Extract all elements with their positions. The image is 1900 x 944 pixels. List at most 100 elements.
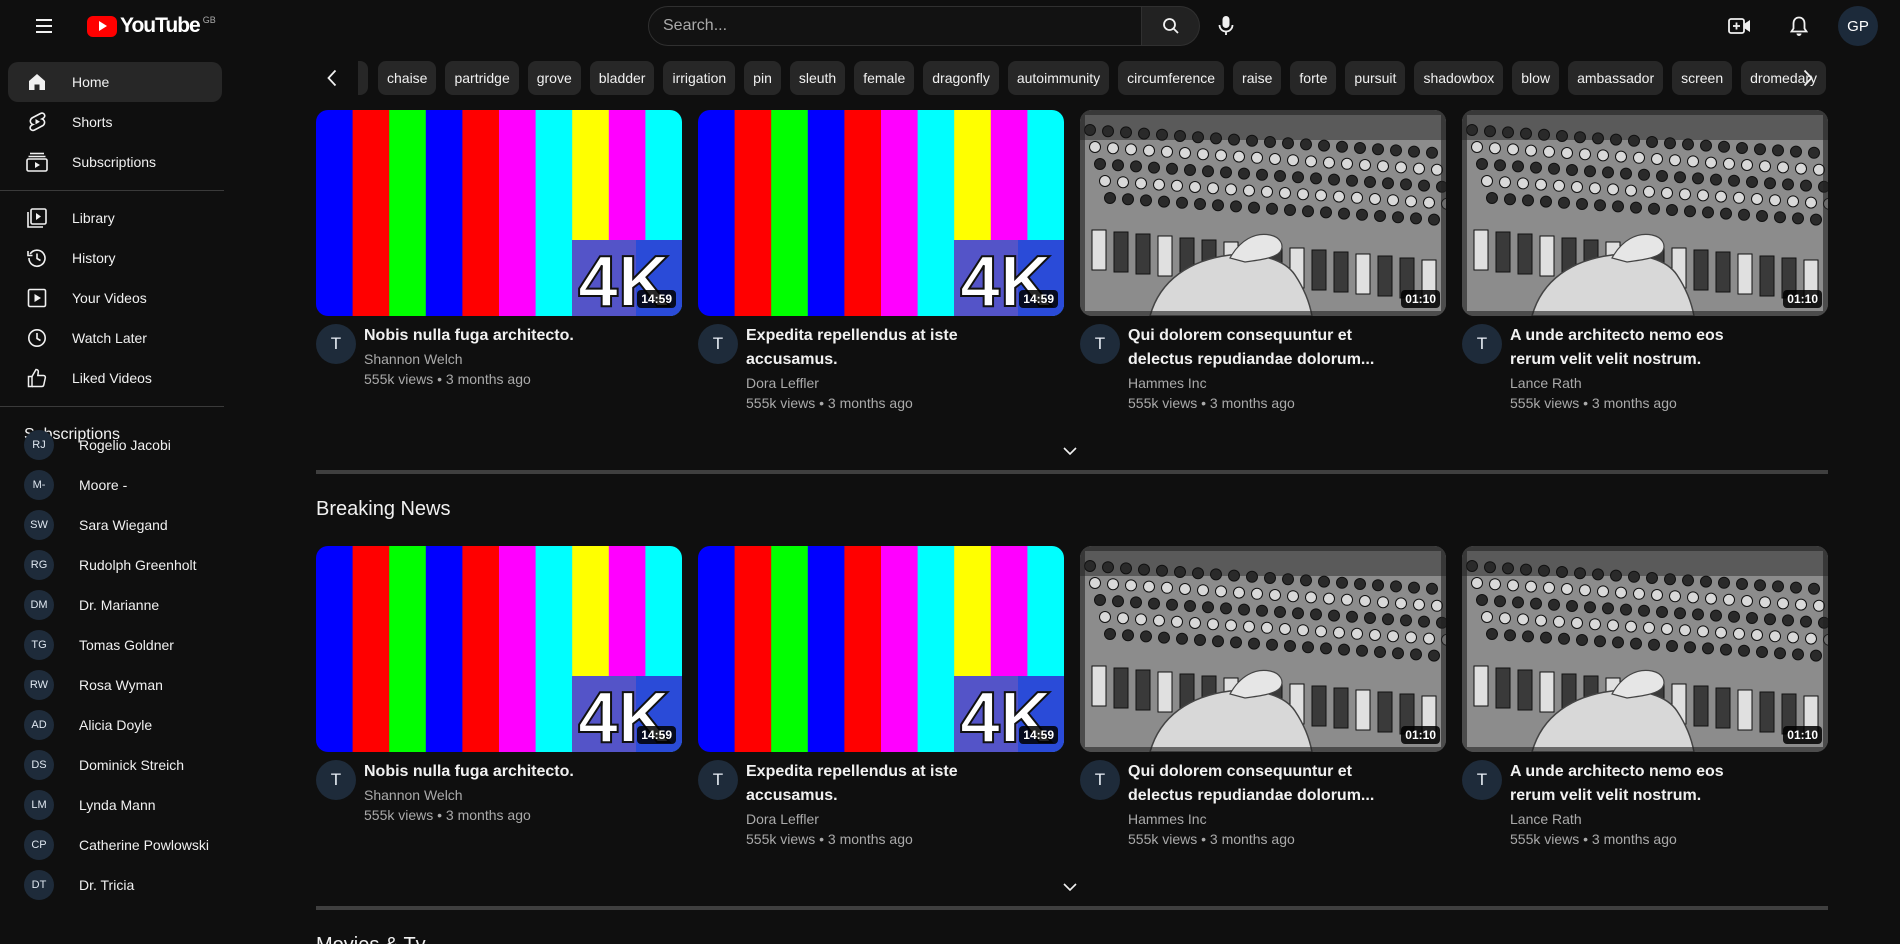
youtube-logo[interactable]: YouTube GB <box>87 14 216 38</box>
video-channel-name[interactable]: Lance Rath <box>1510 811 1582 827</box>
video-channel-name[interactable]: Lance Rath <box>1510 375 1582 391</box>
sidebar-item-your-videos[interactable]: Your Videos <box>8 278 222 318</box>
filter-chip[interactable]: raise <box>1233 61 1282 95</box>
filter-chip[interactable]: autoimmunity <box>1007 61 1110 95</box>
filter-chip[interactable]: circumference <box>1118 61 1225 95</box>
video-title[interactable]: Expedita repellendus at iste accusamus. <box>746 324 996 372</box>
account-avatar[interactable]: GP <box>1838 6 1878 46</box>
create-video-button[interactable] <box>1722 8 1758 44</box>
video-card[interactable]: 01:10 T A unde architecto nemo eos rerum ve… <box>1462 546 1828 852</box>
filter-chip[interactable]: pin <box>744 61 781 95</box>
video-title[interactable]: A unde architecto nemo eos rerum velit ve… <box>1510 324 1760 372</box>
channel-avatar[interactable]: T <box>316 324 356 364</box>
video-title-line: A unde architecto nemo eos <box>1510 327 1724 344</box>
channel-avatar[interactable]: T <box>698 324 738 364</box>
subscription-item[interactable]: TG Tomas Goldner <box>8 627 222 663</box>
video-title-line: delectus repudiandae dolorum... <box>1128 351 1375 368</box>
sidebar-item-watch-later[interactable]: Watch Later <box>8 318 222 358</box>
subscription-item[interactable]: RW Rosa Wyman <box>8 667 222 703</box>
subscription-item[interactable]: SW Sara Wiegand <box>8 507 222 543</box>
sidebar-item-history[interactable]: History <box>8 238 222 278</box>
filter-chip[interactable]: blow <box>1512 61 1560 95</box>
video-thumbnail[interactable]: 01:10 <box>1462 110 1828 316</box>
channel-avatar[interactable]: T <box>1462 760 1502 800</box>
filter-chip[interactable]: screen <box>1672 61 1733 95</box>
mixing-console-thumbnail <box>1080 110 1446 316</box>
chip-partial[interactable] <box>358 61 368 95</box>
subscription-item[interactable]: DM Dr. Marianne <box>8 587 222 623</box>
video-title[interactable]: Qui dolorem consequuntur et delectus repu… <box>1128 324 1378 372</box>
filter-chip[interactable]: sleuth <box>789 61 846 95</box>
video-card[interactable]: 4K 14:59 T Nobis nulla fuga architecto. Shan… <box>316 110 682 416</box>
video-thumbnail[interactable]: 4K 14:59 <box>316 546 682 752</box>
video-duration: 14:59 <box>637 726 676 744</box>
video-title[interactable]: A unde architecto nemo eos rerum velit ve… <box>1510 760 1760 808</box>
channel-avatar: SW <box>24 510 54 540</box>
filter-chip[interactable]: ambassador <box>1568 61 1664 95</box>
video-title[interactable]: Expedita repellendus at iste accusamus. <box>746 760 996 808</box>
chips-scroll-left-button[interactable] <box>316 62 348 94</box>
search-input[interactable] <box>648 6 1142 46</box>
video-title[interactable]: Nobis nulla fuga architecto. <box>364 324 614 348</box>
video-channel-name[interactable]: Dora Leffler <box>746 811 819 827</box>
video-thumbnail[interactable]: 01:10 <box>1080 546 1446 752</box>
filter-chip[interactable]: chaise <box>378 61 437 95</box>
menu-button[interactable] <box>30 14 58 38</box>
channel-avatar[interactable]: T <box>1080 324 1120 364</box>
sidebar-item-subscriptions[interactable]: Subscriptions <box>8 142 222 182</box>
filter-chip[interactable]: grove <box>527 61 581 95</box>
video-card[interactable]: 4K 14:59 T Expedita repellendus at iste accu… <box>698 110 1064 416</box>
section-title: Breaking News <box>316 498 451 520</box>
video-channel-name[interactable]: Shannon Welch <box>364 787 463 803</box>
subscription-item[interactable]: M- Moore - <box>8 467 222 503</box>
subscription-item[interactable]: AD Alicia Doyle <box>8 707 222 743</box>
filter-chip[interactable]: pursuit <box>1345 61 1406 95</box>
video-channel-name[interactable]: Hammes Inc <box>1128 811 1207 827</box>
search-button[interactable] <box>1142 6 1200 46</box>
video-channel-name[interactable]: Shannon Welch <box>364 351 463 367</box>
sidebar-item-shorts[interactable]: Shorts <box>8 102 222 142</box>
filter-chip[interactable]: irrigation <box>663 61 736 95</box>
video-card[interactable]: 4K 14:59 T Nobis nulla fuga architecto. Shan… <box>316 546 682 852</box>
chips-scroll-right-button[interactable] <box>1792 62 1824 94</box>
filter-chip[interactable]: partridge <box>445 61 519 95</box>
subscription-item[interactable]: LM Lynda Mann <box>8 787 222 823</box>
filter-chip[interactable]: bladder <box>589 61 655 95</box>
video-thumbnail[interactable]: 01:10 <box>1080 110 1446 316</box>
bell-icon <box>1790 16 1808 36</box>
video-title[interactable]: Qui dolorem consequuntur et delectus repu… <box>1128 760 1378 808</box>
filter-chip[interactable]: shadowbox <box>1414 61 1504 95</box>
video-card[interactable]: 01:10 T Qui dolorem consequuntur et delectu… <box>1080 110 1446 416</box>
video-card[interactable]: 01:10 T Qui dolorem consequuntur et delectu… <box>1080 546 1446 852</box>
sidebar-item-label: Your Videos <box>72 290 147 306</box>
sidebar-divider <box>0 406 224 407</box>
section-expand-button[interactable] <box>1058 439 1082 463</box>
subscription-item[interactable]: DS Dominick Streich <box>8 747 222 783</box>
filter-chip[interactable]: dragonfly <box>923 61 999 95</box>
voice-search-button[interactable] <box>1208 8 1244 44</box>
channel-avatar[interactable]: T <box>1462 324 1502 364</box>
video-thumbnail[interactable]: 01:10 <box>1462 546 1828 752</box>
sidebar-item-library[interactable]: Library <box>8 198 222 238</box>
sidebar-item-home[interactable]: Home <box>8 62 222 102</box>
subscription-item[interactable]: DT Dr. Tricia <box>8 867 222 903</box>
video-title[interactable]: Nobis nulla fuga architecto. <box>364 760 614 784</box>
video-thumbnail[interactable]: 4K 14:59 <box>316 110 682 316</box>
subscription-item[interactable]: CP Catherine Powlowski <box>8 827 222 863</box>
sidebar-item-liked-videos[interactable]: Liked Videos <box>8 358 222 398</box>
video-channel-name[interactable]: Hammes Inc <box>1128 375 1207 391</box>
channel-avatar[interactable]: T <box>316 760 356 800</box>
video-thumbnail[interactable]: 4K 14:59 <box>698 110 1064 316</box>
section-expand-button[interactable] <box>1058 875 1082 899</box>
subscription-item[interactable]: RJ Rogelio Jacobi <box>8 427 222 463</box>
channel-avatar[interactable]: T <box>698 760 738 800</box>
notifications-button[interactable] <box>1781 8 1817 44</box>
filter-chip[interactable]: female <box>854 61 915 95</box>
filter-chip[interactable]: forte <box>1290 61 1337 95</box>
channel-avatar[interactable]: T <box>1080 760 1120 800</box>
video-card[interactable]: 4K 14:59 T Expedita repellendus at iste accu… <box>698 546 1064 852</box>
video-channel-name[interactable]: Dora Leffler <box>746 375 819 391</box>
subscription-item[interactable]: RG Rudolph Greenholt <box>8 547 222 583</box>
video-thumbnail[interactable]: 4K 14:59 <box>698 546 1064 752</box>
video-card[interactable]: 01:10 T A unde architecto nemo eos rerum ve… <box>1462 110 1828 416</box>
